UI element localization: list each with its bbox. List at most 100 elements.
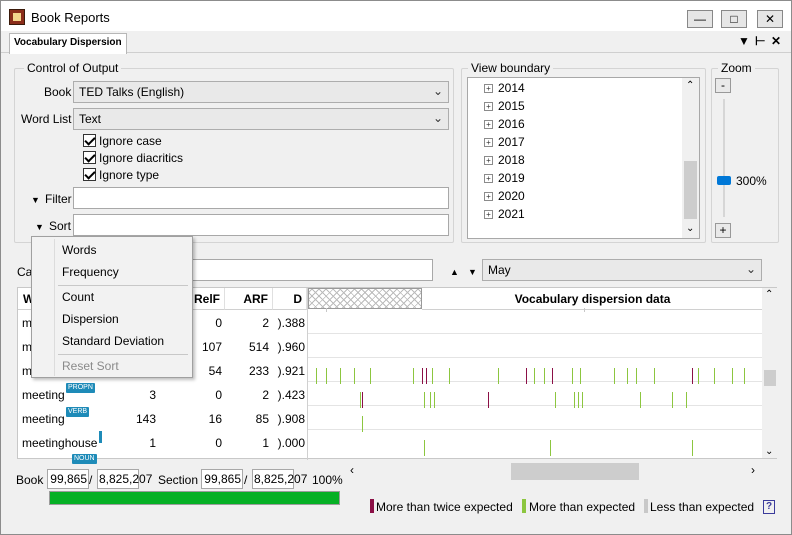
expand-plus-icon[interactable]: + xyxy=(484,156,493,165)
dispersion-mark xyxy=(672,392,673,408)
month-select[interactable]: May ⌄ xyxy=(482,259,762,281)
expand-plus-icon[interactable]: + xyxy=(484,84,493,93)
menu-item-count[interactable]: Count xyxy=(62,290,94,304)
row-word: meeting xyxy=(22,388,65,402)
menu-item-standard-deviation[interactable]: Standard Deviation xyxy=(62,334,164,348)
tab-close-icon[interactable]: ✕ xyxy=(771,34,781,48)
status-section-current: 99,865 xyxy=(201,469,243,489)
zoom-slider-thumb[interactable] xyxy=(717,176,731,185)
year-item[interactable]: +2014 xyxy=(484,81,525,95)
dispersion-mark xyxy=(370,368,371,384)
expand-plus-icon[interactable]: + xyxy=(484,120,493,129)
row-divider xyxy=(308,381,763,382)
zoom-in-button[interactable]: + xyxy=(715,223,731,238)
dispersion-mark xyxy=(430,392,431,408)
zoom-slider-track[interactable] xyxy=(723,99,725,217)
expand-plus-icon[interactable]: + xyxy=(484,138,493,147)
dispersion-mark xyxy=(354,368,355,384)
sort-down-icon[interactable]: ▼ xyxy=(468,267,477,277)
menu-item-words[interactable]: Words xyxy=(62,243,96,257)
timeline-hatched-range[interactable] xyxy=(308,288,422,309)
table-horizontal-scrollbar[interactable]: ‹ › xyxy=(346,463,761,480)
year-item[interactable]: +2018 xyxy=(484,153,525,167)
year-tree[interactable]: +2014 +2015 +2016 +2017 +2018 +2019 +202… xyxy=(467,77,700,239)
menu-item-frequency[interactable]: Frequency xyxy=(62,265,119,279)
row-relf: 0 xyxy=(215,388,222,402)
scroll-up-icon[interactable]: ⌃ xyxy=(765,289,773,300)
row-relf: 0 xyxy=(215,436,222,450)
sort-label: Sort xyxy=(49,219,72,233)
dispersion-mark xyxy=(732,368,733,384)
year-item[interactable]: +2020 xyxy=(484,189,525,203)
menu-separator xyxy=(58,285,188,286)
dispersion-mark xyxy=(326,368,327,384)
status-book-label: Book xyxy=(16,473,44,487)
scroll-right-icon[interactable]: › xyxy=(751,463,755,477)
scroll-thumb[interactable] xyxy=(684,161,697,219)
dispersion-mark xyxy=(698,368,699,384)
scroll-down-icon[interactable]: ⌄ xyxy=(686,223,694,234)
expand-plus-icon[interactable]: + xyxy=(484,102,493,111)
filter-expand-icon[interactable]: ▼ xyxy=(31,195,40,205)
view-boundary-legend: View boundary xyxy=(468,61,554,75)
book-select[interactable]: TED Talks (English) ⌄ xyxy=(73,81,449,103)
status-book-current: 99,865 xyxy=(47,469,89,489)
scroll-thumb[interactable] xyxy=(764,370,776,386)
sort-input[interactable] xyxy=(73,214,449,236)
chevron-down-icon: ⌄ xyxy=(432,111,443,125)
zoom-out-button[interactable]: - xyxy=(715,78,731,93)
year-label: 2015 xyxy=(498,99,525,113)
filter-input[interactable] xyxy=(73,187,449,209)
menu-item-dispersion[interactable]: Dispersion xyxy=(62,312,119,326)
tab-menu-icon[interactable]: ▼ xyxy=(738,34,750,48)
year-item[interactable]: +2016 xyxy=(484,117,525,131)
menu-gutter xyxy=(54,239,55,376)
dispersion-mark xyxy=(498,368,499,384)
legend-strong-label: More than twice expected xyxy=(376,500,513,514)
scroll-down-icon[interactable]: ⌄ xyxy=(765,446,773,457)
year-item[interactable]: +2019 xyxy=(484,171,525,185)
year-item[interactable]: +2021 xyxy=(484,207,525,221)
ignore-diacritics-checkbox[interactable]: Ignore diacritics xyxy=(83,149,183,165)
dispersion-mark xyxy=(449,368,450,384)
expand-plus-icon[interactable]: + xyxy=(484,192,493,201)
help-icon[interactable]: ? xyxy=(763,500,775,514)
dispersion-mark xyxy=(574,392,575,408)
dispersion-mark xyxy=(744,368,745,384)
header-d[interactable]: D xyxy=(273,288,307,310)
table-vertical-scrollbar[interactable]: ⌃ ⌄ xyxy=(762,288,778,458)
row-relf: 16 xyxy=(208,412,222,426)
tab-vocabulary-dispersion[interactable]: Vocabulary Dispersion xyxy=(9,33,127,54)
sort-up-icon[interactable]: ▲ xyxy=(450,267,459,277)
status-section-label: Section xyxy=(158,473,199,487)
wordlist-select-value: Text xyxy=(79,112,102,126)
search-input[interactable] xyxy=(189,259,433,281)
maximize-button[interactable]: □ xyxy=(721,10,747,28)
year-label: 2021 xyxy=(498,207,525,221)
close-button[interactable]: ✕ xyxy=(757,10,783,28)
sort-expand-icon[interactable]: ▼ xyxy=(35,222,44,232)
minimize-button[interactable]: — xyxy=(687,10,713,28)
expand-plus-icon[interactable]: + xyxy=(484,210,493,219)
book-label: Book xyxy=(44,85,72,99)
year-tree-scrollbar[interactable]: ⌃ ⌄ xyxy=(682,78,699,238)
header-arf[interactable]: ARF xyxy=(225,288,273,310)
pin-icon[interactable]: ⊢ xyxy=(755,34,765,48)
wordlist-select[interactable]: Text ⌄ xyxy=(73,108,449,130)
scroll-up-icon[interactable]: ⌃ xyxy=(686,80,694,91)
ignore-type-checkbox[interactable]: Ignore type xyxy=(83,166,159,182)
scroll-left-icon[interactable]: ‹ xyxy=(350,463,354,477)
row-divider xyxy=(308,333,763,334)
year-item[interactable]: +2015 xyxy=(484,99,525,113)
status-section-total: 8,825,207 xyxy=(252,469,307,489)
legend-swatch-strong xyxy=(370,499,374,513)
row-d: ).000 xyxy=(277,436,305,450)
dispersion-mark xyxy=(582,392,583,408)
year-item[interactable]: +2017 xyxy=(484,135,525,149)
window-title: Book Reports xyxy=(31,10,110,25)
ignore-case-checkbox[interactable]: Ignore case xyxy=(83,132,162,148)
slash-separator: / xyxy=(89,473,93,487)
dispersion-mark xyxy=(550,440,551,456)
scroll-thumb[interactable] xyxy=(511,463,639,480)
expand-plus-icon[interactable]: + xyxy=(484,174,493,183)
